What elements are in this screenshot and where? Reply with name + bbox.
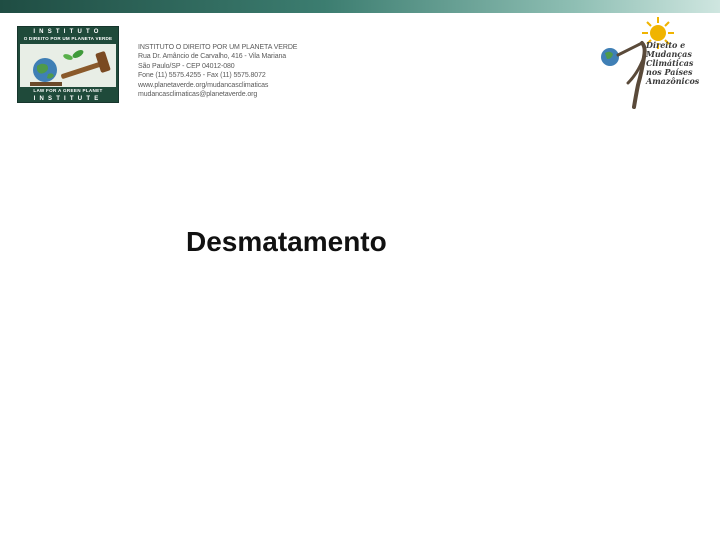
institute-logo: INSTITUTO O DIREITO POR UM PLANETA VERDE…	[17, 26, 119, 103]
logo-line-2: O DIREITO POR UM PLANETA VERDE	[23, 36, 113, 41]
logo-text-line: Amazônicos	[646, 76, 700, 86]
project-logo-text: Direito e Mudanças Climáticas nos Países…	[646, 41, 699, 86]
address-line: São Paulo/SP - CEP 04012-080	[138, 62, 235, 70]
logo-line-3: LAW FOR A GREEN PLANET	[33, 88, 103, 93]
institute-address: INSTITUTO O DIREITO POR UM PLANETA VERDE…	[138, 43, 318, 99]
logo-line-4: INSTITUTE	[33, 96, 103, 102]
climate-project-logo: Direito e Mudanças Climáticas nos Países…	[598, 13, 708, 113]
address-line: INSTITUTO O DIREITO POR UM PLANETA VERDE	[138, 44, 298, 51]
address-line: www.planetaverde.org/mudancasclimaticas	[138, 81, 269, 89]
logo-line-1: INSTITUTO	[33, 29, 103, 35]
address-line: mudancasclimaticas@planetaverde.org	[138, 91, 258, 99]
address-line: Fone (11) 5575.4255 - Fax (11) 5575.8072	[138, 72, 266, 80]
top-gradient-bar	[0, 0, 720, 13]
globe-gavel-emblem-icon	[20, 44, 116, 87]
address-line: Rua Dr. Amâncio de Carvalho, 416 - Vila …	[138, 53, 287, 61]
slide-title: Desmatamento	[186, 226, 387, 257]
